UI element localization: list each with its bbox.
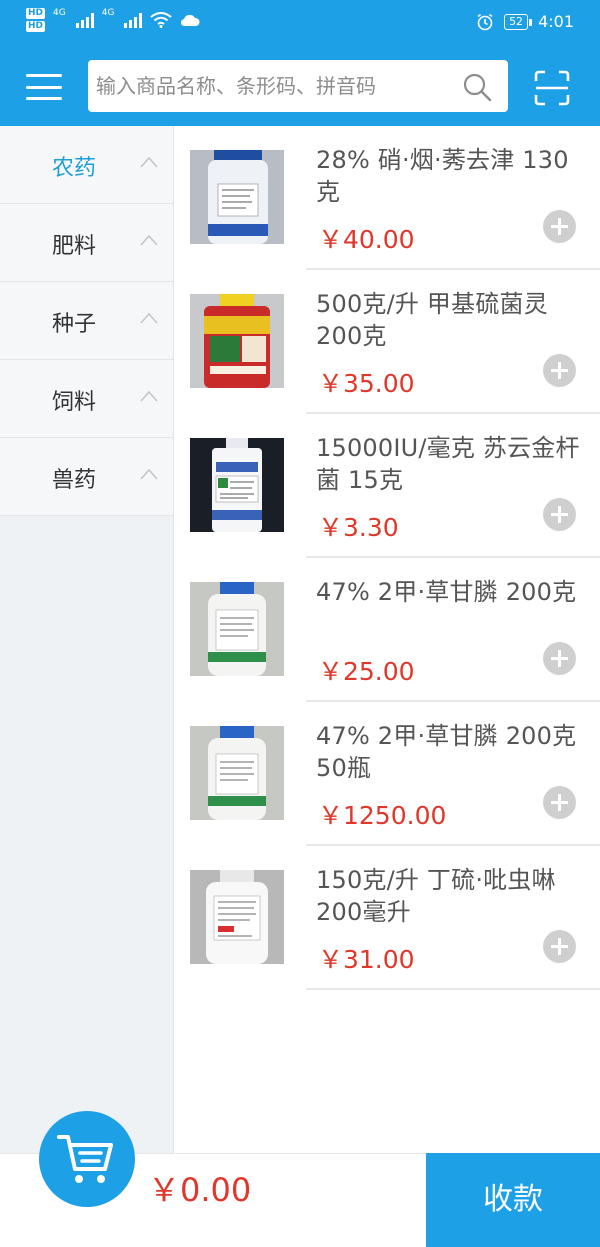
cart-icon xyxy=(57,1135,113,1183)
product-image xyxy=(190,582,284,676)
category-label: 饲料 xyxy=(52,390,97,415)
add-to-cart-icon[interactable] xyxy=(543,642,576,675)
product-price: ￥25.00 xyxy=(318,657,415,686)
search-box xyxy=(88,60,508,112)
product-item[interactable]: 28% 硝·烟·莠去津 130克 ￥40.00 xyxy=(174,126,600,270)
network-type-1: 4G xyxy=(53,8,66,18)
product-item[interactable]: 150克/升 丁硫·吡虫啉 200毫升 ￥31.00 xyxy=(174,846,600,990)
category-label: 种子 xyxy=(52,312,97,337)
hd-badge-2: HD xyxy=(26,21,46,32)
status-left: HD HD 4G 4G xyxy=(26,8,200,32)
product-name: 47% 2甲·草甘膦 200克 50瓶 xyxy=(316,722,577,782)
add-to-cart-icon[interactable] xyxy=(543,930,576,963)
product-name: 150克/升 丁硫·吡虫啉 200毫升 xyxy=(316,866,556,926)
product-image xyxy=(190,150,284,244)
category-veterinary[interactable]: 兽药 xyxy=(0,438,173,516)
wifi-icon xyxy=(150,12,173,28)
product-price: ￥31.00 xyxy=(318,945,415,974)
product-image xyxy=(190,438,284,532)
product-price: ￥3.30 xyxy=(318,513,399,542)
search-icon[interactable] xyxy=(462,72,492,102)
app-header xyxy=(0,46,600,126)
status-bar: HD HD 4G 4G 52 4:01 xyxy=(0,0,600,46)
category-label: 兽药 xyxy=(52,468,97,493)
category-seeds[interactable]: 种子 xyxy=(0,282,173,360)
cloud-icon xyxy=(181,14,200,27)
search-input[interactable] xyxy=(96,60,446,112)
cart-total: ￥0.00 xyxy=(148,1171,252,1209)
product-item[interactable]: 15000IU/毫克 苏云金杆菌 15克 ￥3.30 xyxy=(174,414,600,558)
chevron-up-icon xyxy=(140,156,158,168)
status-right: 52 4:01 xyxy=(476,12,574,31)
chevron-up-icon xyxy=(140,234,158,246)
add-to-cart-icon[interactable] xyxy=(543,786,576,819)
product-image xyxy=(190,294,284,388)
category-sidebar: 农药 肥料 种子 饲料 兽药 xyxy=(0,126,174,1153)
hd-badges: HD HD xyxy=(26,8,46,32)
chevron-up-icon xyxy=(140,312,158,324)
clock: 4:01 xyxy=(538,12,574,31)
network-type-2: 4G xyxy=(101,8,115,18)
product-name: 500克/升 甲基硫菌灵 200克 xyxy=(316,290,548,350)
chevron-up-icon xyxy=(140,468,158,480)
category-pesticide[interactable]: 农药 xyxy=(0,126,173,204)
add-to-cart-icon[interactable] xyxy=(543,210,576,243)
cart-button[interactable] xyxy=(39,1111,135,1207)
product-item[interactable]: 500克/升 甲基硫菌灵 200克 ￥35.00 xyxy=(174,270,600,414)
category-fertilizer[interactable]: 肥料 xyxy=(0,204,173,282)
add-to-cart-icon[interactable] xyxy=(543,498,576,531)
menu-icon[interactable] xyxy=(26,74,62,100)
category-feed[interactable]: 饲料 xyxy=(0,360,173,438)
chevron-up-icon xyxy=(140,390,158,402)
checkout-button[interactable]: 收款 xyxy=(426,1153,600,1247)
product-price: ￥1250.00 xyxy=(318,801,447,830)
product-image xyxy=(190,726,284,820)
divider xyxy=(306,988,600,990)
product-price: ￥40.00 xyxy=(318,225,415,254)
product-name: 28% 硝·烟·莠去津 130克 xyxy=(316,146,569,206)
signal-icon xyxy=(124,12,143,28)
product-name: 47% 2甲·草甘膦 200克 xyxy=(316,578,577,606)
category-label: 农药 xyxy=(52,156,97,181)
product-item[interactable]: 47% 2甲·草甘膦 200克 ￥25.00 xyxy=(174,558,600,702)
alarm-icon xyxy=(477,13,493,30)
product-list: 28% 硝·烟·莠去津 130克 ￥40.00 500克/升 甲基硫菌灵 200… xyxy=(174,126,600,990)
add-to-cart-icon[interactable] xyxy=(543,354,576,387)
product-name: 15000IU/毫克 苏云金杆菌 15克 xyxy=(316,434,580,494)
scan-icon[interactable] xyxy=(534,70,570,106)
category-label: 肥料 xyxy=(52,234,97,259)
product-price: ￥35.00 xyxy=(318,369,415,398)
hd-badge-1: HD xyxy=(26,8,46,19)
battery-level: 52 xyxy=(504,13,533,30)
product-item[interactable]: 47% 2甲·草甘膦 200克 50瓶 ￥1250.00 xyxy=(174,702,600,846)
product-image xyxy=(190,870,284,964)
signal-icon xyxy=(75,12,94,28)
